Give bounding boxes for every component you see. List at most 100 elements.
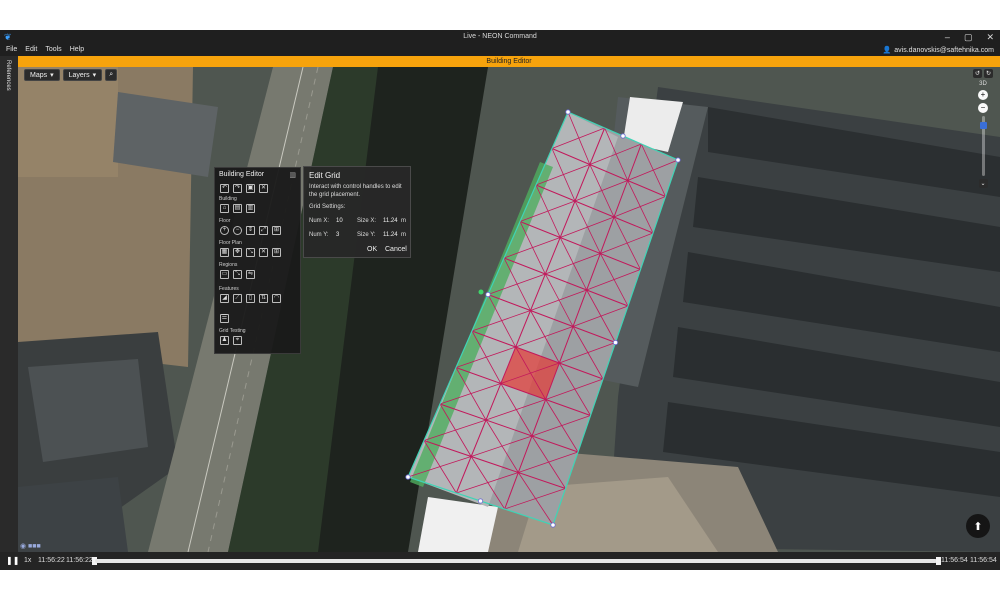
section-floor-plan: Floor Plan xyxy=(219,240,242,246)
split-region-icon[interactable]: ⇋ xyxy=(246,270,255,279)
scale-plan-icon[interactable]: ⤡ xyxy=(246,248,255,257)
layers-dropdown[interactable]: Layers ▾ xyxy=(62,69,103,81)
redo-icon[interactable]: ↷ xyxy=(233,184,242,193)
pause-icon[interactable]: ❚❚ xyxy=(6,556,19,565)
grid-control-handle[interactable] xyxy=(565,109,571,115)
remove-floor-icon[interactable]: − xyxy=(233,226,242,235)
maps-dropdown[interactable]: Maps ▾ xyxy=(24,69,60,81)
num-y-field[interactable]: 3 xyxy=(336,232,339,238)
building-info-icon[interactable]: ▥ xyxy=(246,204,255,213)
delete-plan-icon[interactable]: ✕ xyxy=(259,248,268,257)
timeline-current-start: 11:56:22 xyxy=(66,557,93,564)
add-floor-icon[interactable]: + xyxy=(220,226,229,235)
satellite-map[interactable] xyxy=(18,67,1000,552)
maximize-button[interactable]: ▢ xyxy=(964,31,973,43)
features-tools-row-2: ☰ xyxy=(220,314,229,323)
map-view[interactable]: Maps ▾ Layers ▾ ⌕ ↺ ↻ 3D + − ⌄ ⬆ ◉ ■■■ xyxy=(18,67,1000,552)
add-region-icon[interactable]: ▭ xyxy=(220,270,229,279)
zoom-slider-thumb[interactable] xyxy=(979,122,987,130)
undo-icon[interactable]: ↶ xyxy=(220,184,229,193)
map-nav-controls: ↺ ↻ 3D + − ⌄ xyxy=(972,69,994,188)
user-account[interactable]: 👤 avis.danovskis@saftehnika.com xyxy=(882,46,994,55)
save-icon[interactable]: ▣ xyxy=(246,184,255,193)
maps-dropdown-label: Maps xyxy=(30,71,48,79)
rotate-right-button[interactable]: ↻ xyxy=(984,69,993,78)
grid-control-handle[interactable] xyxy=(620,133,626,139)
grid-control-handle[interactable] xyxy=(405,474,411,480)
close-button[interactable]: ✕ xyxy=(986,31,994,43)
minimize-button[interactable]: – xyxy=(945,31,950,43)
sidebar-tab-references[interactable]: References xyxy=(5,60,11,91)
edit-grid-description: Interact with control handles to edit th… xyxy=(309,184,402,198)
title-bar: ❦ Live - NEON Command – ▢ ✕ xyxy=(0,30,1000,44)
playback-speed[interactable]: 1x xyxy=(24,557,31,564)
building-editor-panel: Building Editor ▥ ↶ ↷ ▣ ✕ Building ⌂ ▤ ▥… xyxy=(214,167,301,354)
size-y-unit: m xyxy=(401,232,406,238)
layers-dropdown-label: Layers xyxy=(68,71,90,79)
zoom-in-button[interactable]: + xyxy=(978,90,988,100)
menu-help[interactable]: Help xyxy=(70,46,84,53)
timeline-end-time: 11:56:54 xyxy=(970,557,997,564)
edit-grid-title: Edit Grid xyxy=(309,171,341,180)
move-floor-icon[interactable]: ⇕ xyxy=(246,226,255,235)
ramp-icon[interactable]: ⟋ xyxy=(233,294,242,303)
chevron-down-icon: ▾ xyxy=(92,72,97,79)
grid-control-handle[interactable] xyxy=(485,291,491,298)
edit-region-icon[interactable]: ⤡ xyxy=(233,270,242,279)
ok-button[interactable]: OK xyxy=(364,246,380,253)
import-plan-icon[interactable]: ▦ xyxy=(220,248,229,257)
window-feature-icon[interactable]: ◠ xyxy=(272,294,281,303)
menu-bar: File Edit Tools Help 👤 avis.danovskis@sa… xyxy=(0,44,1000,56)
door-icon[interactable]: ▯ xyxy=(246,294,255,303)
rotate-left-button[interactable]: ↺ xyxy=(973,69,982,78)
section-floor: Floor xyxy=(219,218,231,224)
num-x-field[interactable]: 10 xyxy=(336,218,343,224)
app-window: ❦ Live - NEON Command – ▢ ✕ File Edit To… xyxy=(0,30,1000,570)
floor-grid-icon[interactable]: ⊞ xyxy=(272,226,281,235)
mode-banner: Building Editor xyxy=(18,56,1000,67)
grid-settings-label: Grid Settings: xyxy=(309,204,346,210)
feature-list-icon[interactable]: ☰ xyxy=(220,314,229,323)
floor-tools-row: + − ⇕ ⤢ ⊞ xyxy=(220,226,281,235)
size-y-field[interactable]: 11.24 xyxy=(383,232,398,238)
search-button[interactable]: ⌕ xyxy=(105,69,118,81)
window-controls: – ▢ ✕ xyxy=(945,31,994,43)
menu-file[interactable]: File xyxy=(6,46,17,53)
edit-building-icon[interactable]: ▤ xyxy=(233,204,242,213)
zoom-out-button[interactable]: − xyxy=(978,103,988,113)
size-x-field[interactable]: 11.24 xyxy=(383,218,398,224)
chevron-down-icon[interactable]: ⌄ xyxy=(978,179,988,188)
grid-control-handle[interactable] xyxy=(612,339,619,346)
add-building-icon[interactable]: ⌂ xyxy=(220,204,229,213)
user-icon: 👤 xyxy=(882,47,892,54)
grid-control-handle[interactable] xyxy=(675,157,681,163)
move-plan-icon[interactable]: ✥ xyxy=(233,248,242,257)
zoom-slider[interactable] xyxy=(979,116,987,176)
test-walk-icon[interactable]: ♟ xyxy=(220,336,229,345)
elevator-icon[interactable]: ⇅ xyxy=(259,294,268,303)
compass-button[interactable]: ⬆ xyxy=(966,514,990,538)
building-tools-row: ⌂ ▤ ▥ xyxy=(220,204,255,213)
compass-icon: ⬆ xyxy=(973,520,983,533)
grid-control-handle[interactable] xyxy=(550,522,556,528)
grid-rotate-handle[interactable] xyxy=(478,289,484,295)
resize-floor-icon[interactable]: ⤢ xyxy=(259,226,268,235)
menu-tools[interactable]: Tools xyxy=(45,46,61,53)
size-x-label: Size X: xyxy=(357,218,377,224)
menu-edit[interactable]: Edit xyxy=(25,46,37,53)
timeline-start-time: 11:56:22 xyxy=(38,557,65,564)
cancel-button[interactable]: Cancel xyxy=(382,246,410,253)
grid-control-handle[interactable] xyxy=(477,498,484,504)
stairs-icon[interactable]: ◢ xyxy=(220,294,229,303)
building-toolbar-row: ↶ ↷ ▣ ✕ xyxy=(220,184,268,193)
timeline-current-end: 11:56:54 xyxy=(941,557,968,564)
size-x-unit: m xyxy=(401,218,406,224)
trash-icon[interactable]: ▥ xyxy=(289,171,296,179)
map-provider-logo: ◉ ■■■ xyxy=(20,543,41,550)
timeline-track[interactable] xyxy=(95,559,937,563)
edit-grid-icon[interactable]: ⊞ xyxy=(272,248,281,257)
features-tools-row: ◢ ⟋ ▯ ⇅ ◠ xyxy=(220,294,281,303)
location-pin-icon[interactable]: ⌖ xyxy=(233,336,242,345)
view-mode-toggle[interactable]: 3D xyxy=(979,81,987,87)
discard-icon[interactable]: ✕ xyxy=(259,184,268,193)
